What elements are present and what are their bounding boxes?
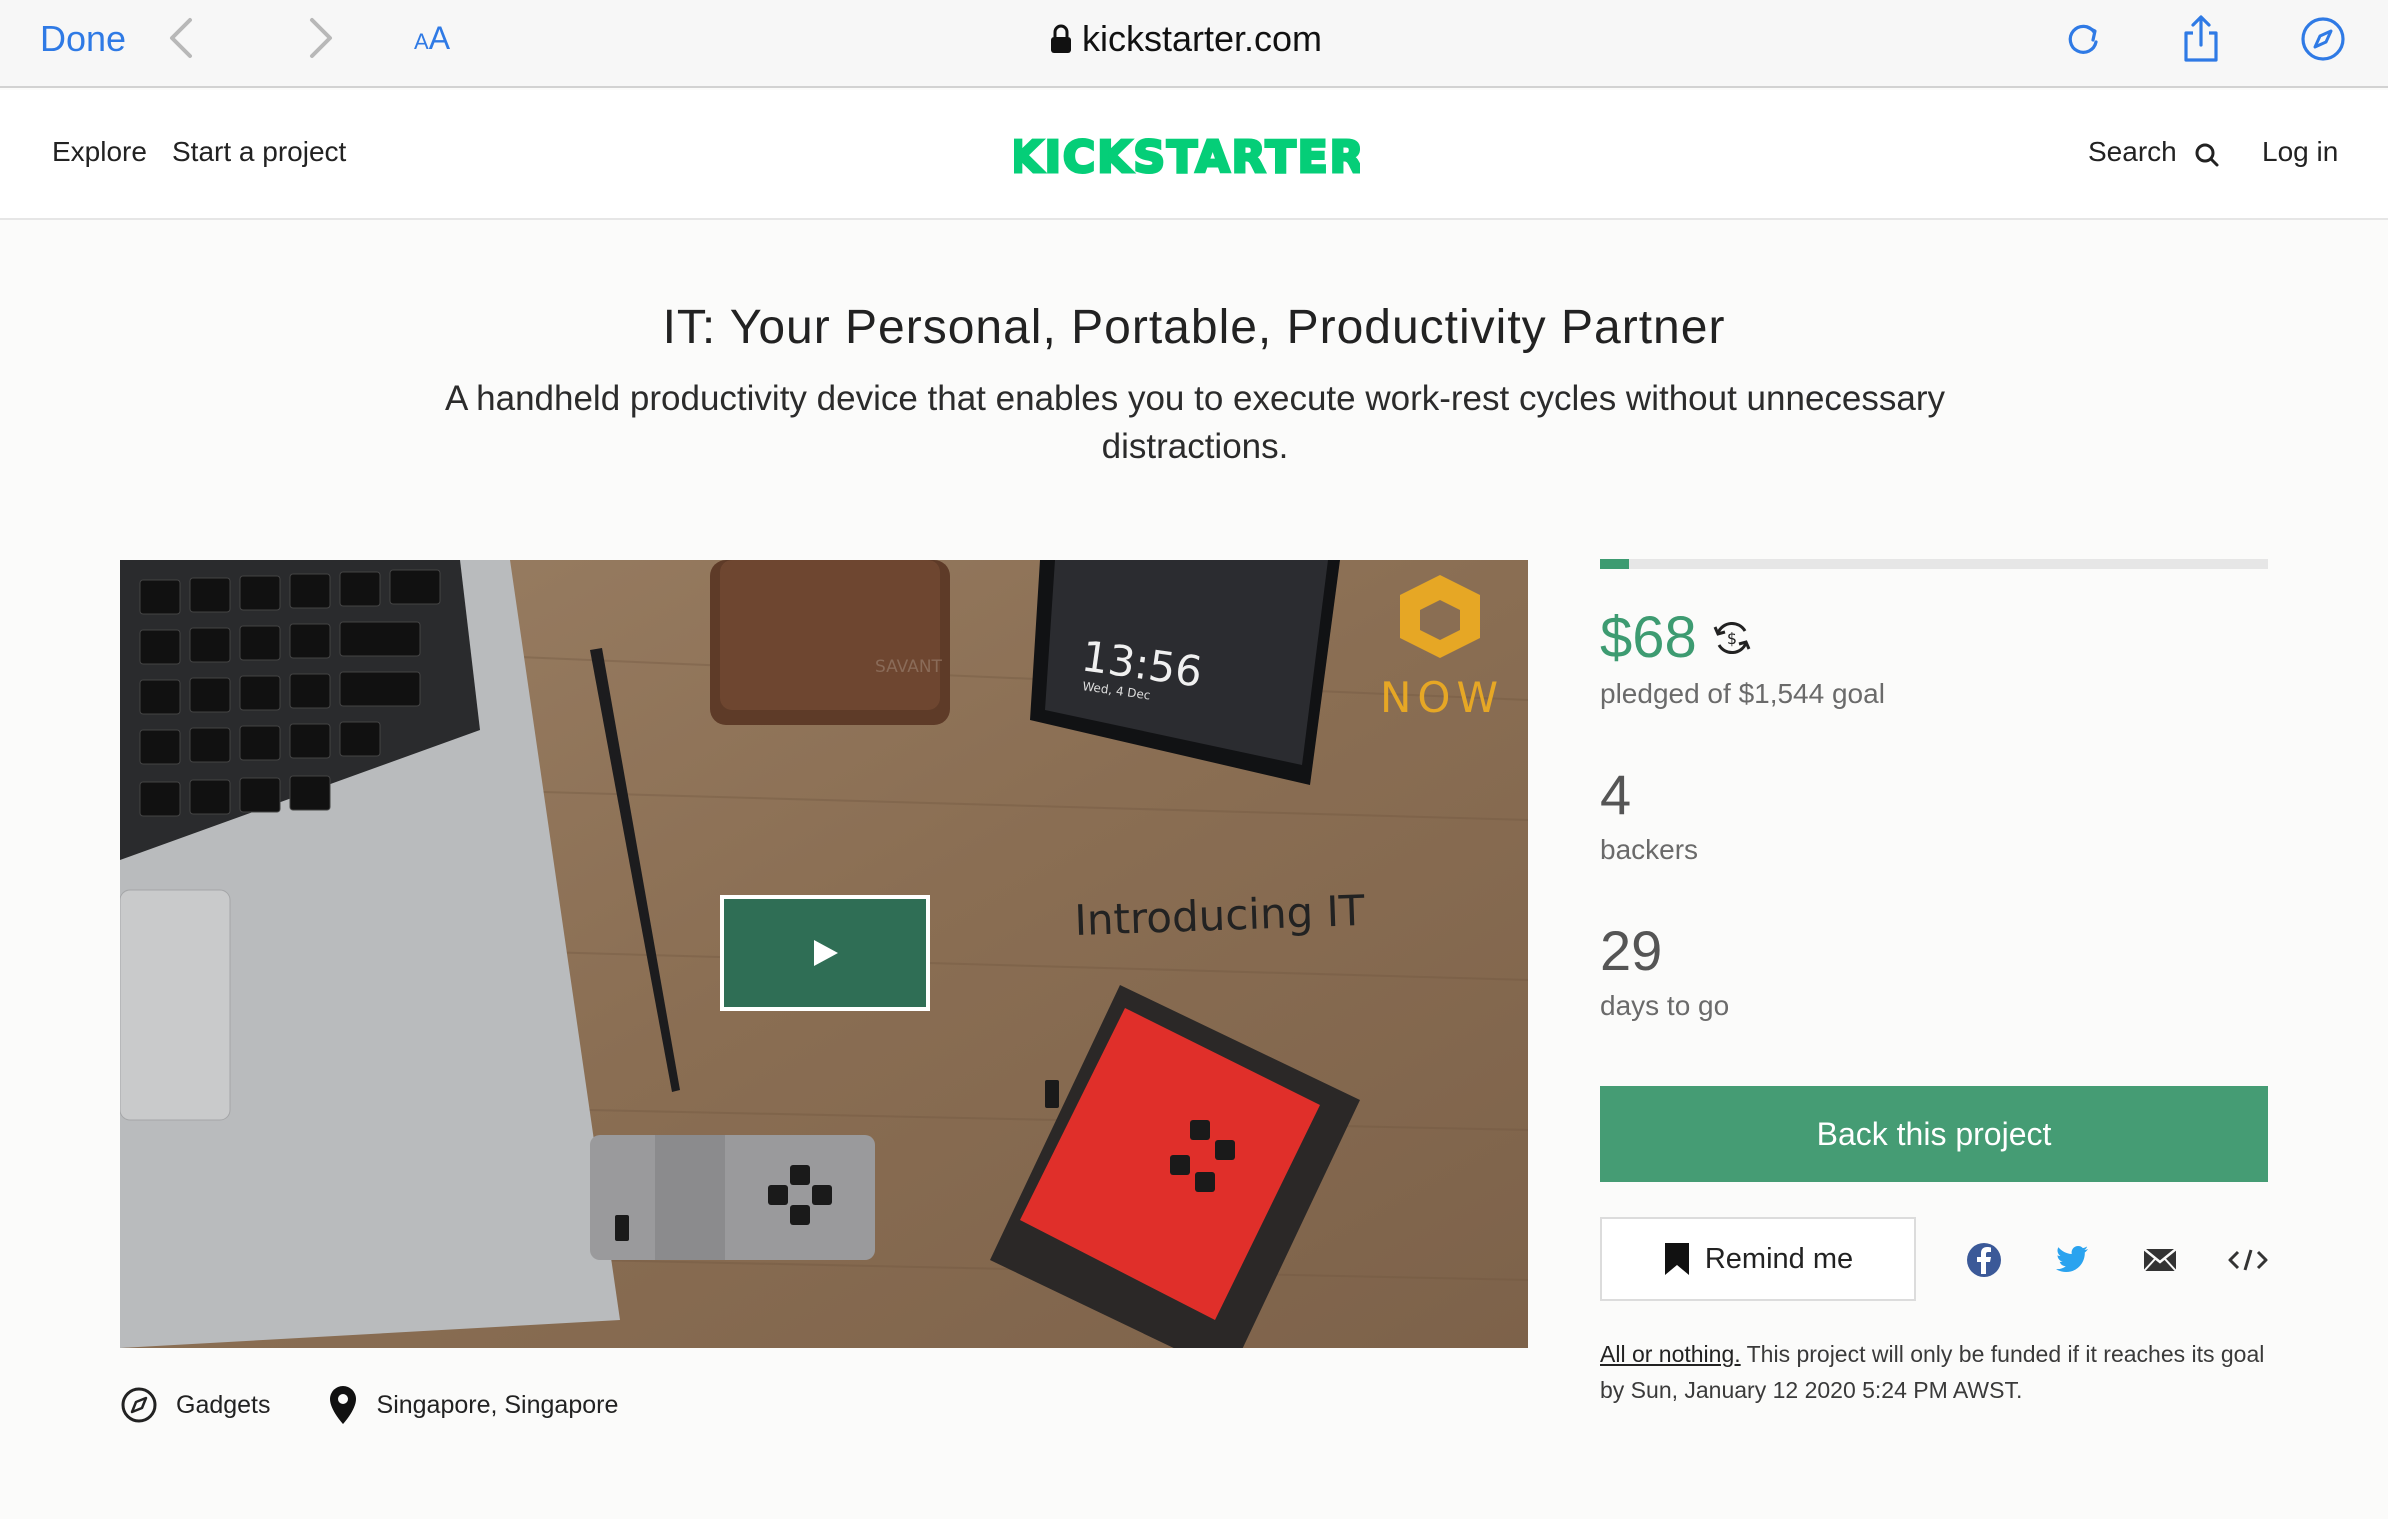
email-icon[interactable]	[2140, 1240, 2180, 1280]
funding-progress-bar	[1600, 559, 2268, 569]
pledged-value: $68	[1600, 605, 1697, 670]
lock-icon	[1051, 24, 1071, 53]
share-icon[interactable]	[2176, 14, 2226, 64]
url-text: kickstarter.com	[1082, 18, 1323, 59]
project-video[interactable]: SAVANT 13:56 Wed, 4 Dec NOW Introducing …	[120, 560, 1528, 1348]
site-header: Explore Start a project KICKSTARTER Sear…	[0, 90, 2388, 220]
facebook-icon[interactable]	[1964, 1240, 2004, 1280]
logo-text: KICKSTARTER	[1014, 132, 1360, 183]
svg-text:$: $	[1727, 629, 1737, 648]
play-icon	[814, 940, 838, 966]
project-title: IT: Your Personal, Portable, Productivit…	[662, 301, 1726, 354]
back-project-button[interactable]: Back this project	[1600, 1086, 2268, 1182]
forward-arrow-icon[interactable]	[300, 16, 340, 60]
text-size-button[interactable]: AA	[414, 20, 450, 57]
currency-conversion-icon[interactable]: $	[1711, 617, 1753, 659]
reload-icon[interactable]	[2058, 14, 2108, 64]
all-or-nothing-link[interactable]: All or nothing.	[1600, 1341, 1741, 1367]
browser-toolbar: Done AA kickstarter.com	[0, 0, 2388, 88]
done-button[interactable]: Done	[40, 18, 126, 60]
now-watermark: NOW	[1380, 673, 1504, 722]
start-project-link[interactable]: Start a project	[172, 136, 346, 168]
video-overlay-text: Introducing IT	[1074, 886, 1366, 945]
location-link[interactable]: Singapore, Singapore	[377, 1391, 619, 1420]
compass-icon	[121, 1387, 157, 1423]
search-icon[interactable]	[2194, 142, 2220, 168]
project-meta: Gadgets Singapore, Singapore	[120, 1384, 618, 1426]
compass-icon[interactable]	[2298, 14, 2348, 64]
category-link[interactable]: Gadgets	[176, 1391, 271, 1420]
project-blurb: A handheld productivity device that enab…	[445, 379, 1945, 466]
backers-label: backers	[1600, 834, 1699, 865]
text-size-small-label: A	[414, 29, 429, 54]
search-link[interactable]: Search	[2088, 136, 2177, 168]
back-arrow-icon[interactable]	[162, 16, 202, 60]
backers-count: 4	[1600, 763, 1632, 826]
wallet-label: SAVANT	[875, 657, 943, 677]
days-count: 29	[1600, 919, 1663, 982]
play-button[interactable]	[720, 895, 930, 1011]
location-pin-icon	[329, 1386, 356, 1424]
funding-terms: All or nothing. This project will only b…	[1600, 1336, 2268, 1408]
days-label: days to go	[1600, 990, 1730, 1021]
remind-me-button[interactable]: Remind me	[1600, 1217, 1916, 1301]
search-label: Search	[2088, 136, 2177, 167]
login-link[interactable]: Log in	[2262, 136, 2338, 168]
remind-me-label: Remind me	[1704, 1242, 1854, 1275]
text-size-large-label: A	[428, 20, 451, 56]
kickstarter-logo[interactable]: KICKSTARTER	[1014, 128, 1360, 185]
explore-link[interactable]: Explore	[52, 136, 147, 168]
funding-progress-fill	[1600, 559, 1630, 569]
address-bar[interactable]: kickstarter.com	[1050, 18, 1322, 60]
embed-code-icon[interactable]	[2226, 1240, 2270, 1280]
bookmark-icon	[1664, 1243, 1689, 1275]
pledged-label: pledged of $1,544 goal	[1600, 678, 1885, 709]
pledged-amount: $68 $	[1600, 604, 1753, 671]
twitter-icon[interactable]	[2052, 1240, 2092, 1280]
